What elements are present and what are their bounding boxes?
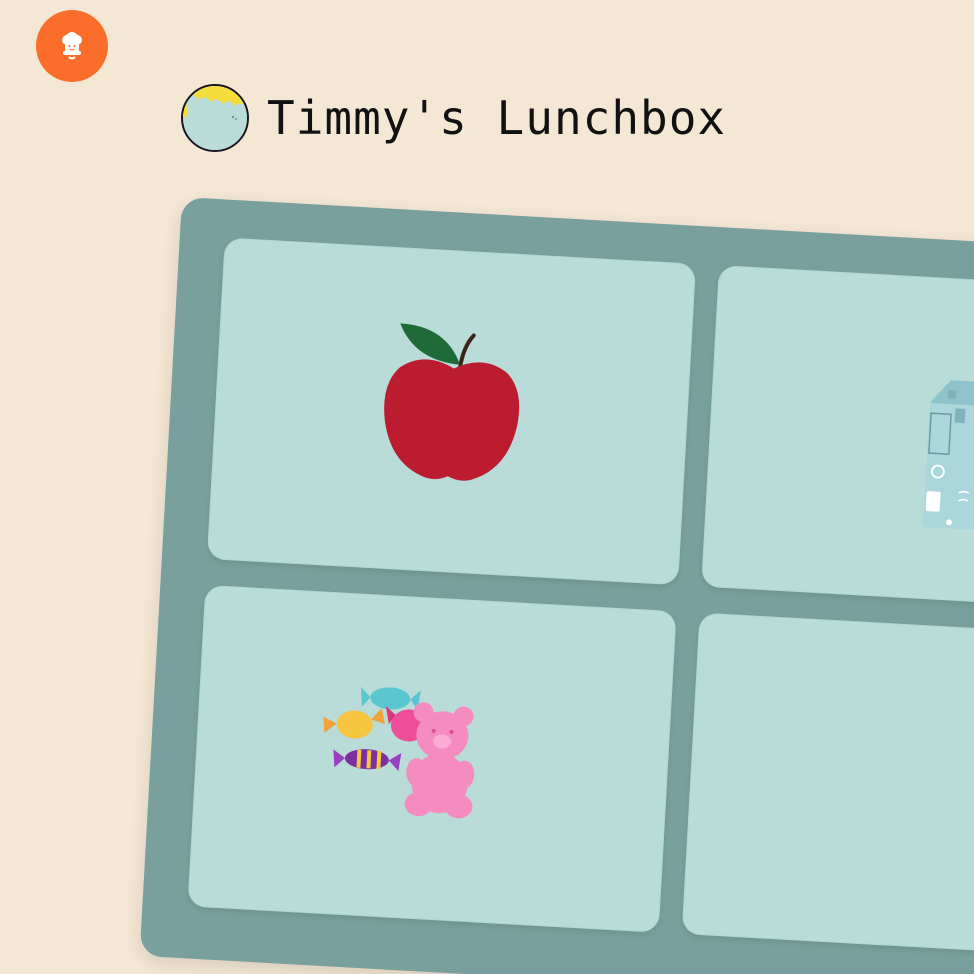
apple-icon	[384, 323, 520, 481]
chef-menu-button[interactable]	[36, 10, 108, 82]
compartment-empty[interactable]	[681, 612, 974, 961]
apple-food	[377, 313, 526, 491]
compartment-apple[interactable]	[206, 237, 697, 586]
header: Timmy's Lunchbox	[181, 82, 726, 154]
lunchbox	[139, 197, 974, 974]
page: Timmy's Lunchbox	[0, 0, 974, 974]
child-avatar-icon	[183, 86, 247, 150]
milk-carton-icon	[922, 380, 974, 531]
milk-food	[912, 373, 974, 538]
compartment-milk[interactable]	[701, 265, 974, 613]
chef-hat-icon	[62, 32, 82, 60]
page-title: Timmy's Lunchbox	[267, 91, 727, 145]
candy-food	[313, 673, 491, 832]
compartment-candy[interactable]	[187, 584, 677, 933]
avatar[interactable]	[181, 84, 249, 152]
candy-and-gummy-bear-icon	[323, 686, 475, 819]
